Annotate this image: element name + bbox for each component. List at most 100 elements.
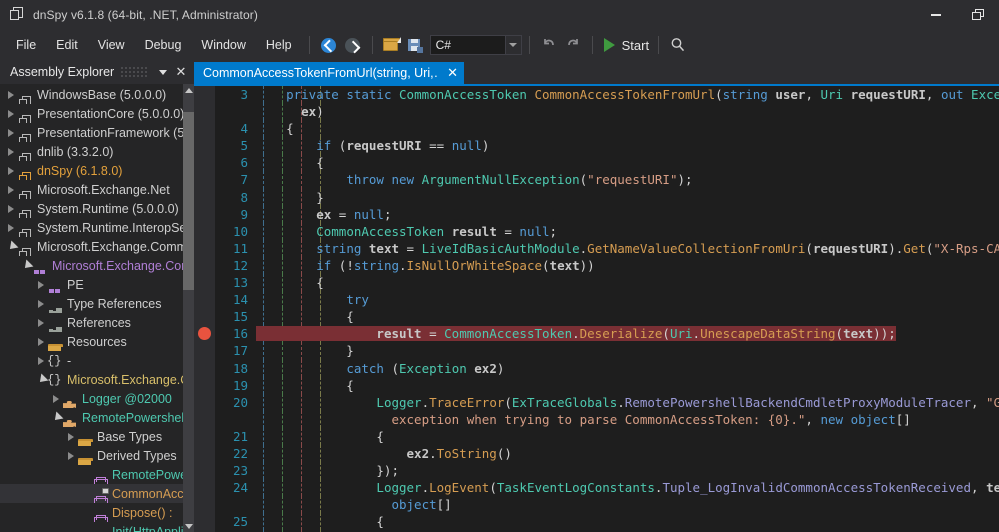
- tree-expander[interactable]: [4, 223, 17, 232]
- undo-button[interactable]: [537, 34, 561, 56]
- code-line-text[interactable]: Logger.LogEvent(TaskEventLogConstants.Tu…: [256, 479, 999, 497]
- tree-expander[interactable]: [64, 451, 77, 460]
- tree-expander[interactable]: [49, 394, 62, 403]
- code-content[interactable]: 3 private static CommonAccessToken Commo…: [194, 86, 999, 532]
- code-line-text[interactable]: {: [256, 513, 999, 531]
- tree-item[interactable]: Microsoft.Exchange.Common.dll: [0, 256, 194, 275]
- tree-expander[interactable]: [34, 318, 47, 327]
- tree-item[interactable]: Resources: [0, 332, 194, 351]
- editor-tab[interactable]: CommonAccessTokenFromUrl(string, Uri,… ✕: [194, 62, 464, 84]
- code-line-text[interactable]: }: [256, 188, 999, 206]
- tree-expander[interactable]: [4, 185, 17, 194]
- tree-item[interactable]: WindowsBase (5.0.0.0): [0, 85, 194, 104]
- minimize-button[interactable]: [915, 0, 957, 30]
- code-line-text[interactable]: {: [256, 427, 999, 445]
- code-line-text[interactable]: object[]: [256, 496, 999, 514]
- tree-item[interactable]: Logger @02000: [0, 389, 194, 408]
- tree-item[interactable]: System.Runtime (5.0.0.0): [0, 199, 194, 218]
- scroll-down-icon[interactable]: [183, 520, 194, 532]
- tree-item[interactable]: dnSpy (6.1.8.0): [0, 161, 194, 180]
- tree-expander[interactable]: [4, 128, 17, 137]
- tree-item[interactable]: {} -: [0, 351, 194, 370]
- restore-button[interactable]: [957, 0, 999, 30]
- redo-button[interactable]: [561, 34, 585, 56]
- navigate-back-button[interactable]: [317, 34, 341, 56]
- code-line-text[interactable]: Logger.TraceError(ExTraceGlobals.RemoteP…: [256, 393, 999, 411]
- tree-expander[interactable]: [4, 204, 17, 213]
- navigate-forward-button[interactable]: [341, 34, 365, 56]
- start-debug-button[interactable]: Start: [600, 34, 651, 56]
- tree-expander[interactable]: [34, 280, 47, 289]
- tree-item[interactable]: RemotePowershellBac: [0, 465, 194, 484]
- tree-expander[interactable]: [4, 147, 17, 156]
- tree-item[interactable]: PE: [0, 275, 194, 294]
- tree-expander[interactable]: [34, 337, 47, 346]
- tree-expander[interactable]: [34, 356, 47, 365]
- menu-item-edit[interactable]: Edit: [46, 33, 88, 57]
- pane-drag-handle[interactable]: [120, 67, 148, 77]
- tree-item[interactable]: dnlib (3.3.2.0): [0, 142, 194, 161]
- code-line-text[interactable]: }: [256, 342, 999, 360]
- tree-item[interactable]: PresentationFramework (5.0.0.0): [0, 123, 194, 142]
- save-all-button[interactable]: [404, 34, 428, 56]
- code-line-text[interactable]: throw new ArgumentNullException("request…: [256, 171, 999, 189]
- assembly-tree[interactable]: WindowsBase (5.0.0.0) PresentationCore (5…: [0, 84, 194, 532]
- close-icon[interactable]: ✕: [447, 66, 458, 79]
- menu-item-window[interactable]: Window: [191, 33, 255, 57]
- tree-expander[interactable]: [4, 166, 17, 175]
- tree-item[interactable]: RemotePowershellBackendC: [0, 408, 194, 427]
- pane-menu-button[interactable]: [154, 63, 172, 81]
- tree-vertical-scrollbar[interactable]: [183, 84, 194, 532]
- tree-item[interactable]: System.Runtime.InteropServices: [0, 218, 194, 237]
- tree-expander[interactable]: [49, 411, 63, 424]
- tree-item[interactable]: Microsoft.Exchange.Common: [0, 237, 194, 256]
- menu-item-debug[interactable]: Debug: [135, 33, 192, 57]
- tree-item[interactable]: Derived Types: [0, 446, 194, 465]
- code-line-text[interactable]: ex = null;: [256, 205, 999, 223]
- menu-item-help[interactable]: Help: [256, 33, 302, 57]
- tree-expander[interactable]: [19, 259, 33, 272]
- tree-item[interactable]: Base Types: [0, 427, 194, 446]
- tree-expander[interactable]: [64, 432, 77, 441]
- menu-item-file[interactable]: File: [6, 33, 46, 57]
- tree-item[interactable]: Init(HttpApplic: [0, 522, 194, 532]
- code-line-text[interactable]: {: [256, 308, 999, 326]
- code-line-text[interactable]: private static CommonAccessToken CommonA…: [256, 86, 999, 104]
- tree-expander[interactable]: [4, 90, 17, 99]
- code-line-text[interactable]: if (requestURI == null): [256, 137, 999, 155]
- code-line-text[interactable]: string text = LiveIdBasicAuthModule.GetN…: [256, 239, 999, 257]
- menu-item-view[interactable]: View: [88, 33, 135, 57]
- code-line-text[interactable]: {: [256, 376, 999, 394]
- code-line-text[interactable]: exception when trying to parse CommonAcc…: [256, 410, 999, 428]
- scroll-up-icon[interactable]: [183, 84, 194, 96]
- code-line-text[interactable]: try: [256, 291, 999, 309]
- tree-item[interactable]: Dispose() :: [0, 503, 194, 522]
- chevron-down-icon[interactable]: [504, 36, 521, 54]
- tree-expander[interactable]: [34, 299, 47, 308]
- language-select[interactable]: C#: [429, 35, 522, 55]
- code-line-text[interactable]: ex2.ToString(): [256, 444, 999, 463]
- code-line-text[interactable]: {: [256, 274, 999, 292]
- pane-close-button[interactable]: ✕: [172, 63, 190, 81]
- tree-item[interactable]: CommonAccessTokenF: [0, 484, 194, 503]
- code-line-text[interactable]: catch (Exception ex2): [256, 359, 999, 377]
- tree-item[interactable]: Microsoft.Exchange.Net: [0, 180, 194, 199]
- code-line-text[interactable]: CommonAccessToken result = null;: [256, 222, 999, 240]
- tree-expander[interactable]: [4, 109, 17, 118]
- tree-item[interactable]: References: [0, 313, 194, 332]
- code-line-text[interactable]: result = CommonAccessToken.Deserialize(U…: [256, 325, 999, 343]
- scrollbar-thumb[interactable]: [183, 112, 194, 290]
- code-line-text[interactable]: });: [256, 462, 999, 480]
- search-button[interactable]: [666, 34, 690, 56]
- code-editor[interactable]: 3 private static CommonAccessToken Commo…: [194, 84, 999, 532]
- tree-item[interactable]: PresentationCore (5.0.0.0): [0, 104, 194, 123]
- tree-expander[interactable]: [4, 240, 18, 253]
- code-line-text[interactable]: if (!string.IsNullOrWhiteSpace(text)): [256, 256, 999, 275]
- code-line-text[interactable]: {: [256, 154, 999, 172]
- code-line-text[interactable]: ex): [256, 103, 999, 121]
- tree-item[interactable]: Type References: [0, 294, 194, 313]
- open-file-button[interactable]: [380, 34, 404, 56]
- tree-item[interactable]: {} Microsoft.Exchange.Common: [0, 370, 194, 389]
- code-line-text[interactable]: {: [256, 120, 999, 138]
- tree-expander[interactable]: [34, 373, 48, 386]
